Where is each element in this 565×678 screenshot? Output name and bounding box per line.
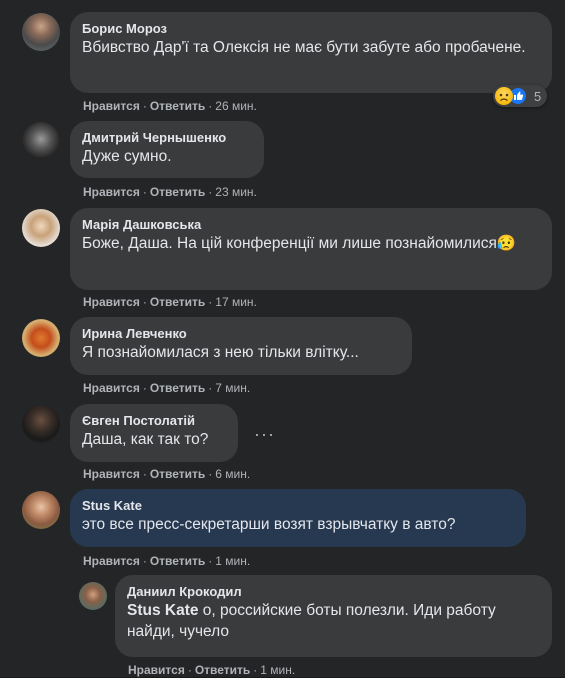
comment-bubble: Ирина Левченко Я познайомилася з нею тіл… [70, 317, 412, 375]
reply-text: Stus Kate о, российские боты полезли. Ид… [127, 602, 496, 640]
comment-text: Даша, как так то? [82, 431, 209, 448]
like-button[interactable]: Нравится [128, 663, 185, 677]
avatar[interactable] [22, 13, 60, 51]
reply-button[interactable]: Ответить [150, 554, 205, 568]
comment-meta: Нравится · Ответить · 1 мин. [83, 554, 251, 568]
reaction-summary[interactable]: 5 [493, 85, 548, 107]
like-button[interactable]: Нравится [83, 467, 140, 481]
avatar[interactable] [22, 122, 60, 160]
reply-button[interactable]: Ответить [150, 185, 205, 199]
comment-text: Дуже сумно. [82, 148, 172, 165]
comment-time[interactable]: 23 мин. [215, 185, 257, 199]
avatar[interactable] [22, 491, 60, 529]
comment-meta: Нравится · Ответить · 23 мин. [83, 185, 257, 199]
comment-time[interactable]: 26 мин. [215, 99, 257, 113]
like-button[interactable]: Нравится [83, 381, 140, 395]
avatar[interactable] [79, 582, 107, 610]
like-button[interactable]: Нравится [83, 295, 140, 309]
comment-bubble: Євген Постолатій Даша, как так то? [70, 404, 238, 462]
reply-bubble: Даниил Крокодил Stus Kate о, российские … [115, 575, 552, 657]
comment-author[interactable]: Борис Мороз [82, 20, 540, 37]
reply-button[interactable]: Ответить [195, 663, 250, 677]
comment-author[interactable]: Марія Дашковська [82, 216, 540, 233]
avatar[interactable] [22, 319, 60, 357]
comment-bubble: Дмитрий Чернышенко Дуже сумно. [70, 121, 264, 178]
comment-text: это все пресс-секретарши возят взрывчатк… [82, 516, 456, 533]
sad-icon [495, 87, 513, 105]
comment-bubble: Марія Дашковська Боже, Даша. На цій конф… [70, 208, 552, 290]
reaction-count: 5 [534, 88, 542, 104]
reply-button[interactable]: Ответить [150, 381, 205, 395]
comment-author[interactable]: Ирина Левченко [82, 325, 400, 342]
like-button[interactable]: Нравится [83, 99, 140, 113]
reply-time[interactable]: 1 мин. [260, 663, 295, 677]
reply-button[interactable]: Ответить [150, 295, 205, 309]
like-button[interactable]: Нравится [83, 554, 140, 568]
comment-author[interactable]: Stus Kate [82, 497, 514, 514]
comment-author[interactable]: Дмитрий Чернышенко [82, 129, 252, 146]
comments-panel: Борис Мороз Вбивство Дар'ї та Олексія не… [0, 0, 565, 677]
more-options-button[interactable]: ··· [254, 425, 275, 443]
comment-author[interactable]: Євген Постолатій [82, 412, 226, 429]
comment-time[interactable]: 1 мин. [215, 554, 250, 568]
like-button[interactable]: Нравится [83, 185, 140, 199]
avatar[interactable] [22, 405, 60, 443]
reply-button[interactable]: Ответить [150, 467, 205, 481]
avatar[interactable] [22, 209, 60, 247]
comment-meta: Нравится · Ответить · 6 мин. [83, 467, 251, 481]
comment-bubble: Борис Мороз Вбивство Дар'ї та Олексія не… [70, 12, 552, 93]
comment-time[interactable]: 7 мин. [215, 381, 250, 395]
reply-meta: Нравится · Ответить · 1 мин. [128, 663, 296, 677]
reply-button[interactable]: Ответить [150, 99, 205, 113]
comment-time[interactable]: 17 мин. [215, 295, 257, 309]
reply-author[interactable]: Даниил Крокодил [127, 583, 540, 600]
comment-text: Вбивство Дар'ї та Олексія не має бути за… [82, 39, 526, 56]
comment-meta: Нравится · Ответить · 17 мин. [83, 295, 257, 309]
comment-text: Боже, Даша. На цій конференції ми лише п… [82, 235, 517, 252]
comment-meta: Нравится · Ответить · 26 мин. [83, 99, 257, 113]
comment-text: Я познайомилася з нею тільки влітку... [82, 344, 359, 361]
comment-time[interactable]: 6 мин. [215, 467, 250, 481]
mention-link[interactable]: Stus Kate [127, 602, 199, 619]
comment-bubble-highlighted: Stus Kate это все пресс-секретарши возят… [70, 489, 526, 547]
comment-meta: Нравится · Ответить · 7 мин. [83, 381, 251, 395]
